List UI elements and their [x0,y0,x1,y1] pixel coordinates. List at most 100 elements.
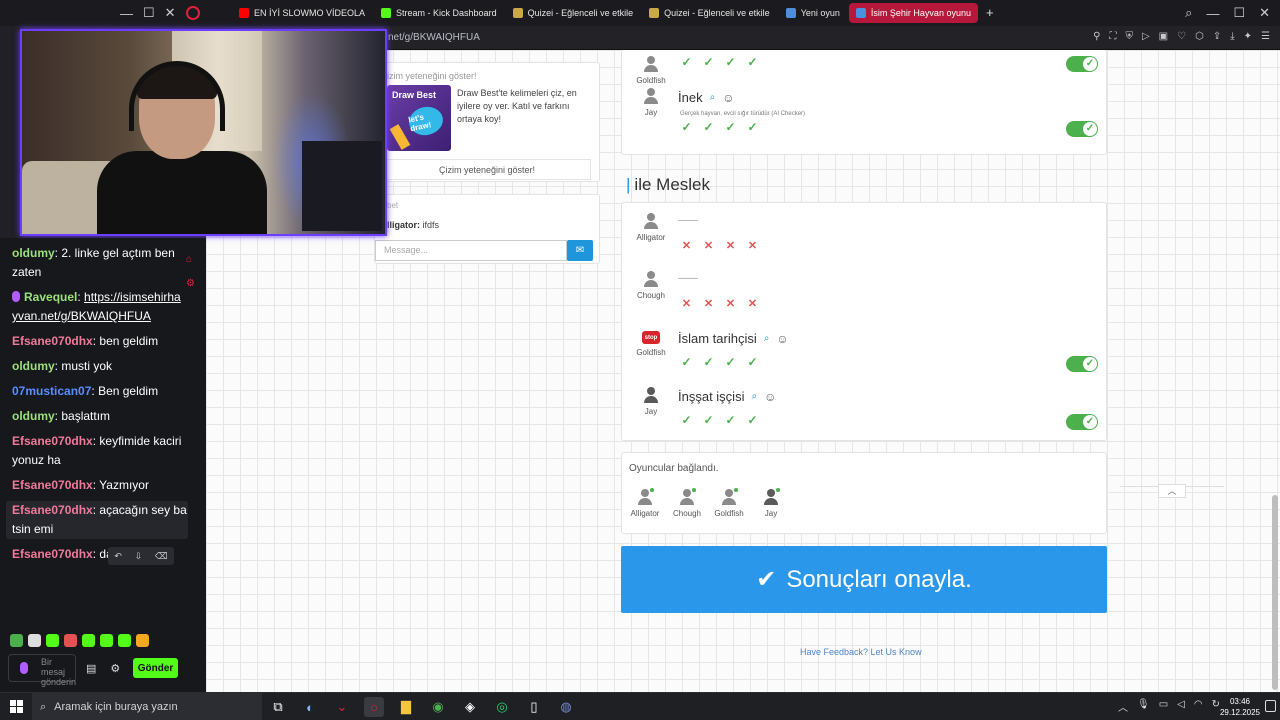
pin-message-icon[interactable]: ⇩ [135,551,143,562]
chevron-up-icon[interactable]: ︿ [1118,699,1128,714]
chat-username[interactable]: Ravequel [24,290,77,304]
emoji-icon[interactable]: ☺ [764,390,776,404]
emote-icon[interactable] [118,634,131,647]
network-icon[interactable]: ▭ [1159,699,1168,714]
approve-toggle[interactable] [1066,414,1098,430]
reply-icon[interactable]: ↶ [114,551,122,562]
download-icon[interactable]: ⤓ [1230,31,1234,42]
browser-tab[interactable]: EN İYİ SLOWMO VİDEOLA [232,3,372,23]
taskbar-clock[interactable]: 03:46 29.12.2025 [1220,696,1260,718]
draw-best-button[interactable]: Çizim yeteneğini göster! [383,159,591,180]
search-icon[interactable]: ⌕ [1185,5,1192,21]
screenshot-icon[interactable]: ⛶ [1109,31,1116,42]
windows-start-icon[interactable] [10,700,23,713]
minimize-icon[interactable]: — [1206,6,1219,21]
emote-icon[interactable] [64,634,77,647]
file-icon[interactable]: ▯ [524,697,544,717]
search-icon[interactable]: ⌕ [764,333,770,344]
chat-username[interactable]: Efsane070dhx [12,478,93,492]
app-icon[interactable]: ◈ [460,697,480,717]
shield-icon[interactable]: ⛨ [1125,31,1133,42]
emote-icon[interactable] [10,634,23,647]
chrome-icon[interactable]: ◉ [428,697,448,717]
page-scrollbar[interactable] [1272,495,1278,690]
draw-best-image-badge: let's draw! [406,103,446,139]
browser-tab[interactable]: Quizei - Eğlenceli ve etkile [506,3,641,23]
pin-icon[interactable]: ⚲ [1093,31,1100,42]
approve-toggle[interactable] [1066,56,1098,72]
emote-icon[interactable] [28,634,41,647]
opera-icon[interactable] [185,6,200,20]
browser-tab[interactable]: Quizei - Eğlenceli ve etkile [642,3,777,23]
browser-tab[interactable]: Stream - Kick Dashboard [374,3,504,23]
search-icon[interactable]: ⌕ [710,92,716,103]
x-icon: ✕ [703,298,714,310]
box-icon[interactable]: ▣ [1159,31,1168,42]
chat-message: 07mustican07: Ben geldim [12,382,182,401]
feedback-link[interactable]: Have Feedback? Let Us Know [800,647,922,657]
whatsapp-icon[interactable]: ◎ [492,697,512,717]
emote-icon[interactable] [46,634,59,647]
vote-marks: ✓ ✓ ✓ ✓ [680,355,759,369]
notification-icon[interactable] [1265,700,1276,712]
check-icon: ✓ [703,413,714,427]
new-tab-button[interactable]: + [980,3,1000,23]
emoji-icon[interactable]: ☺ [776,332,788,346]
folder-icon[interactable]: ▇ [396,697,416,717]
chat-compose-input[interactable]: Bir mesaj gönderin [8,654,76,687]
pin-icon[interactable]: ⌂ [186,248,195,272]
volume-icon[interactable]: ◁ [1177,699,1185,714]
game-chat-send-button[interactable]: ✉ [567,240,593,261]
emote-icon[interactable] [82,634,95,647]
collapse-button[interactable]: ︿ [1158,484,1186,498]
emote-icon[interactable] [100,634,113,647]
play-icon[interactable]: ▷ [1142,31,1150,42]
confirm-results-button[interactable]: ✔ Sonuçları onayla. [621,546,1107,613]
chat-message: oldumy: başlattım [12,407,182,426]
heart-icon[interactable]: ♡ [1177,31,1186,42]
emote-icon[interactable] [136,634,149,647]
chat-username[interactable]: Efsane070dhx [12,434,93,448]
approve-toggle[interactable] [1066,121,1098,137]
send-button[interactable]: Gönder [133,658,178,678]
extensions-icon[interactable]: ⬡ [1195,31,1204,42]
menu-icon[interactable]: ☰ [1261,31,1270,42]
tab-favicon-icon [512,8,523,18]
chat-username[interactable]: Efsane070dhx [12,503,93,517]
chat-username[interactable]: Efsane070dhx [12,547,93,561]
app-icon[interactable]: ⌄ [332,697,352,717]
close-icon[interactable]: ✕ [165,5,176,21]
search-icon[interactable]: ⌕ [751,391,757,402]
close-icon[interactable]: ✕ [1259,5,1270,21]
browser-tab[interactable]: Yeni oyun [779,3,847,23]
ai-icon[interactable]: ✦ [1244,31,1252,42]
game-chat-input[interactable]: Message... [375,240,567,261]
emoji-icon[interactable]: ☺ [722,91,734,105]
microphone-icon[interactable]: 🎙 [1137,699,1150,714]
approve-toggle[interactable] [1066,356,1098,372]
sync-icon[interactable]: ↻ [1212,699,1220,714]
settings-icon[interactable]: ⚙ [186,272,195,296]
minimize-icon[interactable]: — [120,6,133,21]
x-icon: ✕ [747,240,758,252]
delete-icon[interactable]: ⌫ [155,551,168,562]
discord-icon[interactable]: ◍ [556,697,576,717]
url-field[interactable]: net/g/BKWAIQHFUA [388,32,480,43]
task-view-icon[interactable]: ⧉ [268,697,288,717]
gear-icon[interactable]: ⚙ [110,662,120,675]
browser-tab[interactable]: İsim Şehir Hayvan oyunu [848,3,978,23]
share-icon[interactable]: ⇪ [1213,31,1221,42]
chat-username[interactable]: oldumy [12,409,55,423]
chat-username[interactable]: Efsane070dhx [12,334,93,348]
wifi-icon[interactable]: ◠ [1194,699,1203,714]
emote-icon[interactable]: ▤ [86,662,96,675]
opera-gx-icon[interactable]: ○ [364,697,384,717]
maximize-icon[interactable]: ☐ [143,5,155,21]
maximize-icon[interactable]: ☐ [1233,5,1245,21]
taskbar-search[interactable]: ⌕ Aramak için buraya yazın [32,693,262,720]
chat-username[interactable]: oldumy [12,246,55,260]
chat-username[interactable]: oldumy [12,359,55,373]
chat-username[interactable]: 07mustican07 [12,384,91,398]
copilot-icon[interactable]: ◐ [300,697,320,717]
draw-best-image[interactable]: Draw Best let's draw! [387,85,451,151]
